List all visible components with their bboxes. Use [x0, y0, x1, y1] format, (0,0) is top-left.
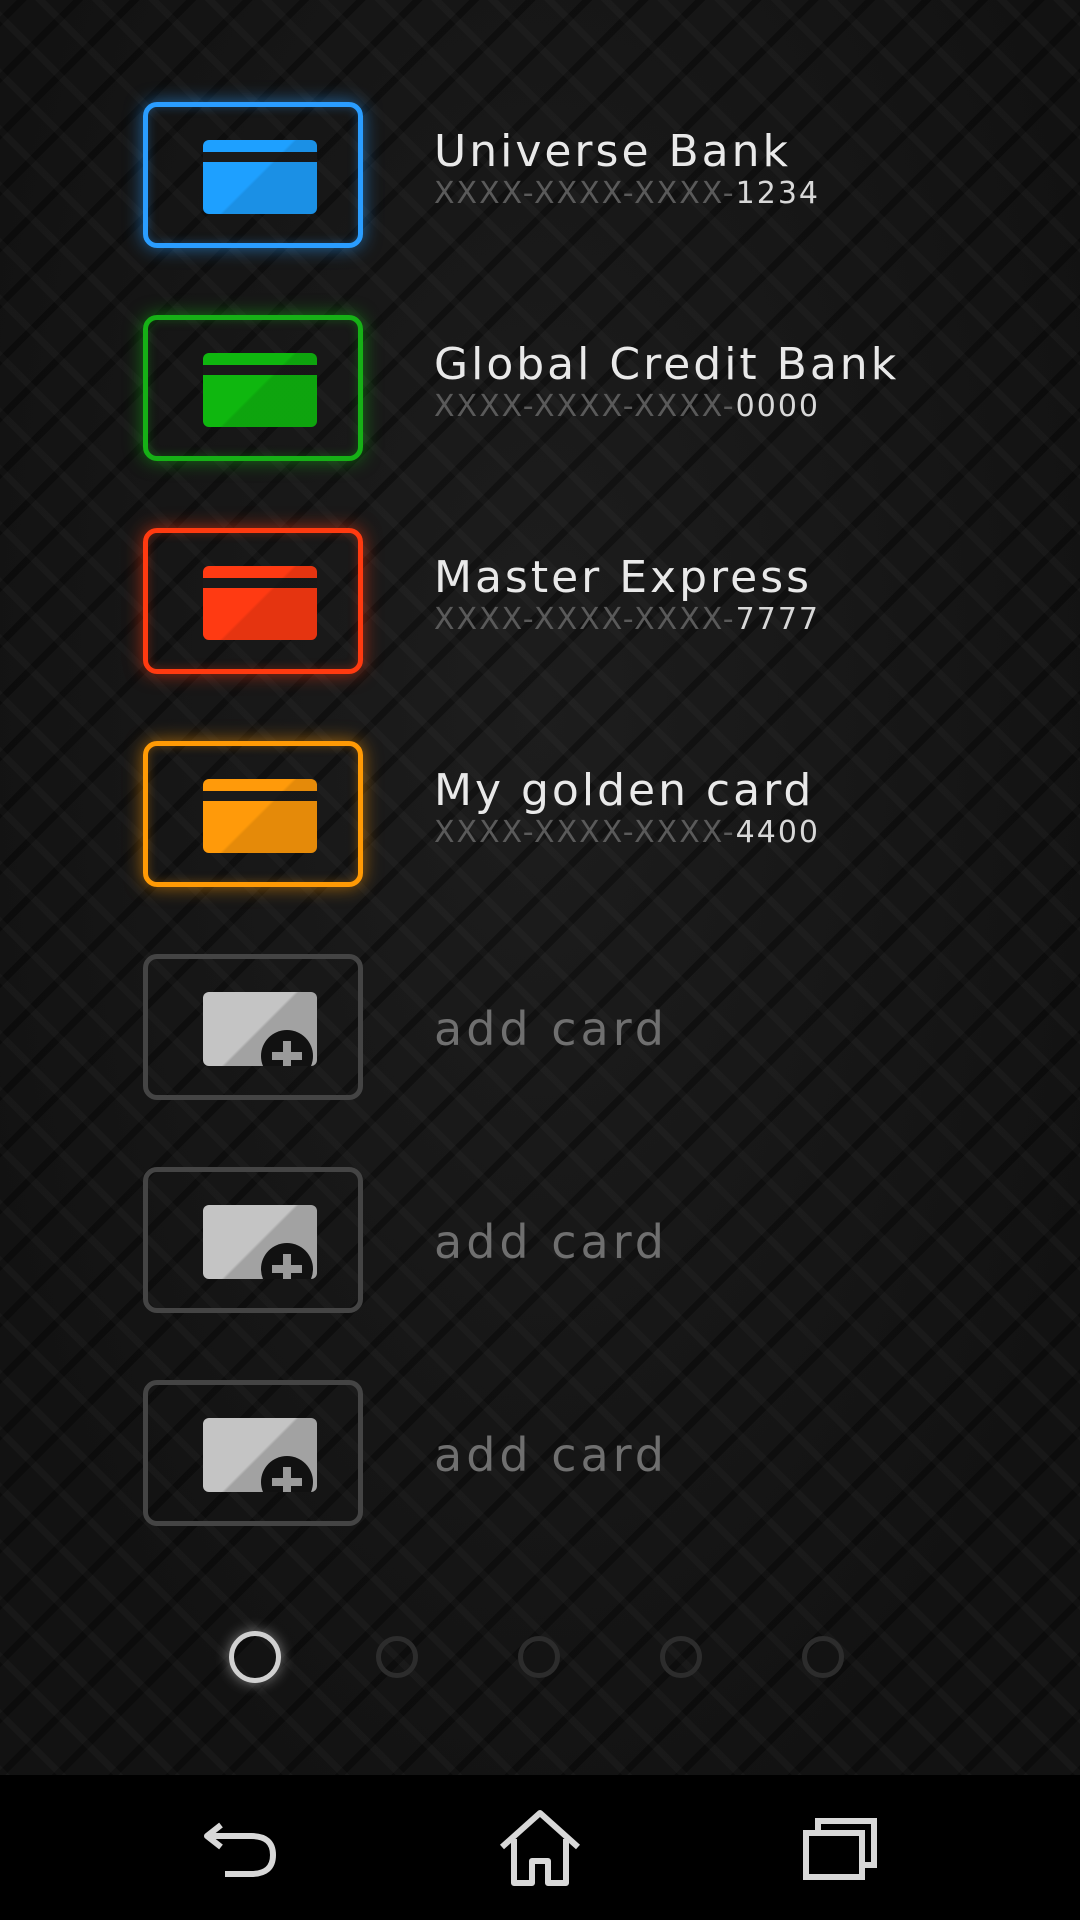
card-number: XXXX-XXXX-XXXX-0000 — [434, 389, 899, 425]
card-number: XXXX-XXXX-XXXX-7777 — [434, 602, 820, 638]
credit-card-icon — [203, 566, 317, 640]
card-item-master-express[interactable]: Master Express XXXX-XXXX-XXXX-7777 — [0, 528, 1080, 688]
card-number-last-digits: 4400 — [735, 815, 820, 850]
card-number-mask: XXXX-XXXX-XXXX- — [434, 389, 736, 424]
page-dot-5[interactable] — [802, 1636, 844, 1678]
home-icon — [499, 1810, 581, 1886]
card-number-mask: XXXX-XXXX-XXXX- — [434, 815, 736, 850]
card-info: Universe Bank XXXX-XXXX-XXXX-1234 — [434, 128, 820, 212]
card-item-my-golden-card[interactable]: My golden card XXXX-XXXX-XXXX-4400 — [0, 741, 1080, 901]
plus-circle-icon — [261, 1030, 313, 1066]
add-card-icon — [203, 992, 317, 1066]
page-dot-2[interactable] — [376, 1636, 418, 1678]
add-card-label: add card — [434, 1002, 668, 1056]
card-info: Global Credit Bank XXXX-XXXX-XXXX-0000 — [434, 341, 899, 425]
plus-circle-icon — [261, 1456, 313, 1492]
add-card-label: add card — [434, 1428, 668, 1482]
card-frame[interactable] — [143, 315, 363, 461]
back-icon — [204, 1822, 277, 1877]
credit-card-icon — [203, 353, 317, 427]
card-number-last-digits: 1234 — [735, 176, 820, 211]
page-dot-3[interactable] — [518, 1636, 560, 1678]
home-button[interactable] — [490, 1803, 590, 1893]
page-dot-4[interactable] — [660, 1636, 702, 1678]
credit-card-icon — [203, 779, 317, 853]
card-number-mask: XXXX-XXXX-XXXX- — [434, 602, 736, 637]
card-name: My golden card — [434, 765, 815, 816]
add-card-slot[interactable]: add card — [0, 1380, 1080, 1540]
add-card-icon — [203, 1418, 317, 1492]
add-card-slot[interactable]: add card — [0, 954, 1080, 1114]
add-card-icon — [203, 1205, 317, 1279]
add-card-frame[interactable] — [143, 1380, 363, 1526]
card-info: My golden card XXXX-XXXX-XXXX-4400 — [434, 767, 820, 851]
card-info: Master Express XXXX-XXXX-XXXX-7777 — [434, 554, 820, 638]
card-number-last-digits: 7777 — [735, 602, 820, 637]
add-card-slot[interactable]: add card — [0, 1167, 1080, 1327]
card-number-mask: XXXX-XXXX-XXXX- — [434, 176, 736, 211]
credit-card-icon — [203, 140, 317, 214]
card-number-last-digits: 0000 — [735, 389, 820, 424]
card-item-universe-bank[interactable]: Universe Bank XXXX-XXXX-XXXX-1234 — [0, 102, 1080, 262]
recent-apps-icon — [803, 1818, 877, 1880]
card-frame[interactable] — [143, 528, 363, 674]
navigation-bar — [0, 1775, 1080, 1920]
back-button[interactable] — [193, 1803, 293, 1893]
card-name: Universe Bank — [434, 126, 792, 177]
add-card-frame[interactable] — [143, 954, 363, 1100]
card-name: Global Credit Bank — [434, 339, 900, 390]
card-frame[interactable] — [143, 741, 363, 887]
card-item-global-credit-bank[interactable]: Global Credit Bank XXXX-XXXX-XXXX-0000 — [0, 315, 1080, 475]
page-indicator — [0, 1631, 1080, 1686]
screen: Universe Bank XXXX-XXXX-XXXX-1234 Global… — [0, 0, 1080, 1920]
add-card-frame[interactable] — [143, 1167, 363, 1313]
card-frame[interactable] — [143, 102, 363, 248]
card-name: Master Express — [434, 552, 813, 603]
card-number: XXXX-XXXX-XXXX-4400 — [434, 815, 820, 851]
recent-apps-button[interactable] — [790, 1803, 890, 1893]
card-wallet-background: Universe Bank XXXX-XXXX-XXXX-1234 Global… — [0, 0, 1080, 1775]
plus-circle-icon — [261, 1243, 313, 1279]
page-dot-1[interactable] — [229, 1631, 281, 1683]
add-card-label: add card — [434, 1215, 668, 1269]
card-number: XXXX-XXXX-XXXX-1234 — [434, 176, 820, 212]
